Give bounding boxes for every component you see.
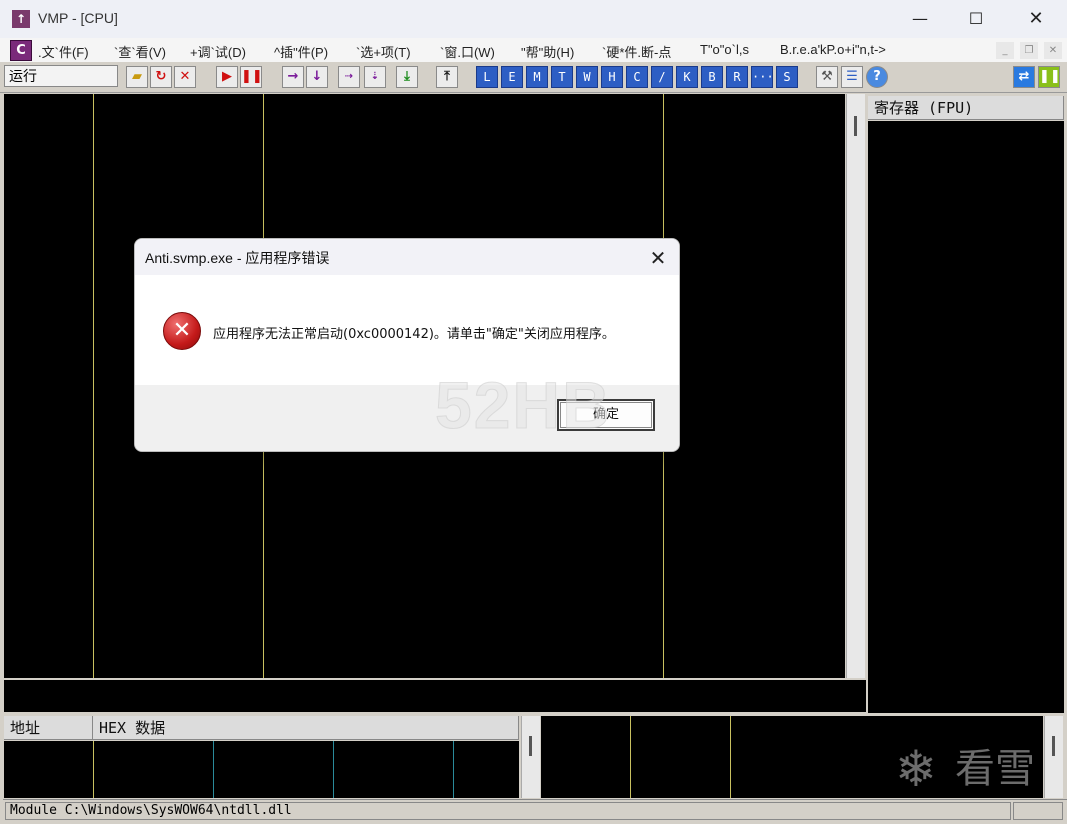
kanxue-watermark: ❄ 看雪 [895, 740, 1055, 800]
executable-modules-button[interactable]: E [501, 66, 523, 88]
maximize-button[interactable]: ☐ [953, 4, 999, 34]
pause-icon[interactable]: ❚❚ [240, 66, 263, 88]
menu-window[interactable]: `窗.口(W) [440, 42, 495, 61]
dump-scrollbar[interactable] [521, 716, 540, 798]
registers-header[interactable]: 寄存器 (FPU) [868, 96, 1064, 120]
run-status-label: 运行 [4, 65, 118, 87]
open-folder-icon[interactable]: ▰ [126, 66, 148, 88]
windows-button[interactable]: W [576, 66, 598, 88]
kanxue-watermark-text: 看雪 [955, 746, 1035, 792]
go-to-icon[interactable]: ⤒ [436, 66, 458, 88]
dump-hex-header[interactable]: HEX 数据 [93, 716, 519, 740]
help-icon[interactable]: ? [866, 66, 888, 88]
menu-tools[interactable]: T"o"o`l,s [700, 42, 749, 57]
scrollbar-thumb[interactable] [529, 736, 532, 756]
info-pane [4, 680, 866, 712]
window-titlebar[interactable]: ↑ VMP - [CPU] — ☐ ✕ [0, 0, 1067, 39]
patches-button[interactable]: / [651, 66, 673, 88]
status-text: Module C:\Windows\SysWOW64\ntdll.dll [5, 802, 1011, 820]
menu-view[interactable]: `查`看(V) [114, 42, 166, 61]
disassembly-scrollbar[interactable] [846, 94, 865, 678]
dump-pane[interactable] [4, 741, 519, 798]
dialog-title: Anti.svmp.exe - 应用程序错误 [145, 250, 330, 266]
mdi-restore-button[interactable]: ❐ [1020, 42, 1038, 59]
threads-button[interactable]: T [551, 66, 573, 88]
wrench-icon[interactable]: ⚒ [816, 66, 838, 88]
breakpoints-button[interactable]: B [701, 66, 723, 88]
trace-over-icon[interactable]: ⇣ [364, 66, 386, 88]
execute-till-return-icon[interactable]: ⤓ [396, 66, 418, 88]
step-over-icon[interactable]: ↓ [306, 66, 328, 88]
handles-button[interactable]: H [601, 66, 623, 88]
call-stack-button[interactable]: K [676, 66, 698, 88]
menu-hw-breakpoints[interactable]: `硬*件.断-点 [602, 42, 671, 61]
menu-bar: C .文`件(F) `查`看(V) +调`试(D) ^插"件(P) `选+项(T… [0, 38, 1067, 62]
cpu-button[interactable]: C [626, 66, 648, 88]
app-icon: ↑ [12, 10, 30, 28]
mdi-close-button[interactable]: ✕ [1044, 42, 1062, 59]
source-button[interactable]: S [776, 66, 798, 88]
dialog-close-button[interactable]: ✕ [643, 243, 673, 273]
memory-map-button[interactable]: M [526, 66, 548, 88]
column-divider [333, 741, 334, 798]
run-trace-button[interactable]: ··· [751, 66, 774, 88]
site-watermark: 52HB [435, 368, 612, 443]
refresh-icon[interactable]: ⇄ [1013, 66, 1035, 88]
cpu-window-icon[interactable]: C [10, 40, 32, 61]
references-button[interactable]: R [726, 66, 748, 88]
registers-pane[interactable] [868, 121, 1064, 713]
column-divider [93, 741, 94, 798]
column-divider [630, 716, 631, 798]
dialog-message: 应用程序无法正常启动(0xc0000142)。请单击"确定"关闭应用程序。 [213, 327, 615, 342]
list-icon[interactable]: ☰ [841, 66, 863, 88]
status-cell [1013, 802, 1063, 820]
run-icon[interactable]: ▶ [216, 66, 238, 88]
restart-icon[interactable]: ↻ [150, 66, 172, 88]
menu-breakpoint[interactable]: B.r.e.a'kP.o+i"n,t-> [780, 42, 886, 57]
menu-plugins[interactable]: ^插"件(P) [274, 42, 328, 61]
trace-into-icon[interactable]: ⇢ [338, 66, 360, 88]
error-icon: ✕ [163, 312, 201, 350]
column-divider [93, 94, 94, 678]
menu-help[interactable]: "帮"助(H) [521, 42, 574, 61]
step-into-icon[interactable]: → [282, 66, 304, 88]
menu-options[interactable]: `选+项(T) [356, 42, 411, 61]
error-dialog: Anti.svmp.exe - 应用程序错误 ✕ ✕ 应用程序无法正常启动(0x… [134, 238, 680, 452]
column-divider [453, 741, 454, 798]
snowflake-icon: ❄ [895, 740, 937, 798]
mdi-minimize-button[interactable]: _ [996, 42, 1014, 59]
window-title: VMP - [CPU] [38, 10, 118, 26]
close-program-icon[interactable]: ✕ [174, 66, 196, 88]
toolbar: 运行 ▰ ↻ ✕ ▶ ❚❚ → ↓ ⇢ ⇣ ⤓ ⤒ L E M T W H C … [0, 62, 1067, 93]
dialog-titlebar[interactable]: Anti.svmp.exe - 应用程序错误 ✕ [135, 239, 679, 275]
dump-address-header[interactable]: 地址 [4, 716, 93, 740]
minimize-button[interactable]: — [897, 4, 943, 34]
plugin-icon[interactable]: ❚❚ [1038, 66, 1061, 88]
log-window-button[interactable]: L [476, 66, 498, 88]
menu-debug[interactable]: +调`试(D) [190, 42, 246, 61]
scrollbar-thumb[interactable] [854, 116, 857, 136]
close-button[interactable]: ✕ [1013, 4, 1059, 34]
menu-file[interactable]: .文`件(F) [38, 42, 89, 61]
status-bar: Module C:\Windows\SysWOW64\ntdll.dll [3, 799, 1067, 822]
column-divider [730, 716, 731, 798]
column-divider [213, 741, 214, 798]
